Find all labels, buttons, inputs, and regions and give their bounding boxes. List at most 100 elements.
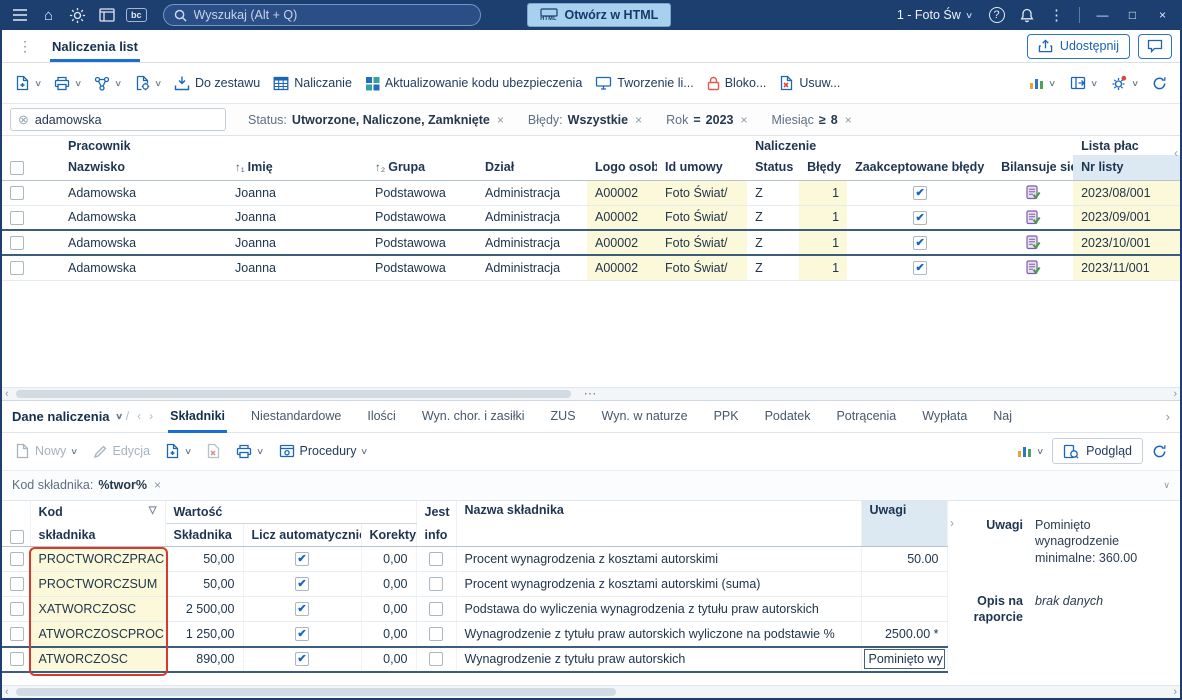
is-info-checkbox[interactable] (429, 552, 443, 567)
row-checkbox[interactable] (10, 602, 24, 617)
row-checkbox[interactable] (10, 627, 24, 642)
auto-calc-checkbox[interactable]: ✔ (295, 552, 309, 567)
table-row-selected[interactable]: Adamowska Joanna Podstawowa Administracj… (2, 229, 1181, 256)
brightness-icon[interactable] (64, 3, 91, 27)
col-jest-line2[interactable]: info (416, 523, 457, 547)
column-scroll-right-icon[interactable]: › (950, 516, 954, 530)
filter-chip-kod-skladnika[interactable]: Kod składnika: %twor% × (12, 478, 163, 492)
tab-naliczenia-list[interactable]: Naliczenia list (40, 30, 150, 62)
open-panel-button[interactable]: ∨ (1065, 71, 1102, 95)
detail-new-document-button[interactable]: ∨ (160, 438, 196, 464)
close-icon[interactable]: × (843, 113, 854, 127)
new-document-button[interactable]: ∨ (10, 70, 46, 96)
detail-print-button[interactable]: ∨ (231, 439, 268, 464)
tab-wyn-chor-i-zasilki[interactable]: Wyn. chor. i zasiłki (409, 400, 538, 433)
next-record-icon[interactable]: › (149, 409, 153, 423)
col-licz-automatycznie[interactable]: Licz automatycznie (243, 523, 362, 547)
tab-niestandardowe[interactable]: Niestandardowe (238, 400, 354, 433)
preview-button[interactable]: Podgląd (1052, 438, 1143, 464)
auto-calc-checkbox[interactable]: ✔ (295, 577, 309, 592)
row-checkbox[interactable] (10, 652, 24, 667)
filter-chip-rok[interactable]: Rok = 2023 × (666, 113, 749, 127)
main-horizontal-scrollbar[interactable]: ‹ ⋯ › (2, 386, 1180, 401)
col-zaakceptowane-bledy[interactable]: Zaakceptowane błędy (847, 155, 994, 181)
accepted-errors-checkbox[interactable]: ✔ (913, 210, 928, 225)
row-checkbox[interactable] (10, 210, 24, 225)
scrollbar-thumb[interactable] (16, 389, 571, 398)
procedures-button[interactable]: Procedury ∨ (274, 439, 373, 463)
table-row[interactable]: PROCTWORCZPRAC 50,00 ✔ 0,00 Procent wyna… (2, 546, 948, 572)
company-selector[interactable]: 1 - Foto Św ∨ (889, 8, 980, 22)
global-search[interactable] (162, 4, 481, 26)
column-scroll-left-icon[interactable]: ‹ (1174, 146, 1178, 160)
create-list-button[interactable]: Tworzenie li... (590, 71, 698, 95)
tab-ilosci[interactable]: Ilości (354, 400, 408, 433)
calculate-button[interactable]: Naliczanie (268, 71, 357, 96)
block-button[interactable]: Bloko... (702, 71, 772, 96)
table-row[interactable]: Adamowska Joanna Podstawowa Administracj… (2, 205, 1181, 231)
bc-icon[interactable]: bc (122, 3, 151, 27)
add-to-set-button[interactable]: Do zestawu (169, 70, 265, 96)
col-logo-osoby[interactable]: Logo osoby (587, 155, 657, 181)
relations-button[interactable]: ∨ (89, 71, 126, 96)
prev-record-icon[interactable]: ‹ (137, 409, 141, 423)
filter-chip-miesiac[interactable]: Miesiąc ≥8 × (772, 113, 854, 127)
close-icon[interactable]: × (152, 478, 163, 492)
detail-refresh-button[interactable] (1147, 439, 1172, 464)
help-icon[interactable]: ? (983, 3, 1010, 27)
kebab-icon[interactable]: ⋮ (1043, 3, 1070, 27)
update-insurance-code-button[interactable]: Aktualizowanie kodu ubezpieczenia (360, 71, 587, 96)
table-row[interactable]: Adamowska Joanna Podstawowa Administracj… (2, 180, 1181, 206)
filter-chip-bledy[interactable]: Błędy: Wszystkie × (528, 113, 644, 127)
settings-alert-button[interactable]: ∨ (1106, 70, 1143, 96)
close-button[interactable]: × (1149, 3, 1176, 27)
notifications-icon[interactable] (1013, 3, 1040, 27)
clear-icon[interactable]: ⊗ (18, 112, 29, 128)
scroll-left-icon[interactable]: ‹ (5, 388, 9, 401)
col-nazwa-skladnika[interactable]: Nazwa składnika (456, 500, 862, 547)
row-checkbox[interactable] (10, 235, 24, 250)
col-imie[interactable]: ↑₁ Imię (227, 155, 367, 181)
panel-collapse-icon[interactable]: ∨ (1163, 480, 1170, 491)
col-bilansuje-sie[interactable]: Bilansuje się (993, 155, 1074, 181)
col-uwagi[interactable]: Uwagi (861, 500, 948, 547)
auto-calc-checkbox[interactable]: ✔ (295, 602, 309, 617)
auto-calc-checkbox[interactable]: ✔ (295, 627, 309, 642)
table-row[interactable]: ATWORCZOSCPROC 1 250,00 ✔ 0,00 Wynagrodz… (2, 621, 948, 647)
global-search-input[interactable] (193, 8, 470, 22)
tab-wyn-w-naturze[interactable]: Wyn. w naturze (589, 400, 701, 433)
table-row[interactable]: Adamowska Joanna Podstawowa Administracj… (2, 255, 1181, 281)
tab-podatek[interactable]: Podatek (752, 400, 824, 433)
col-skladnika[interactable]: Składnika (165, 523, 244, 547)
col-korekty[interactable]: Korekty (361, 523, 417, 547)
uwagi-edit-field[interactable]: Pominięto wy (863, 649, 945, 669)
is-info-checkbox[interactable] (429, 577, 443, 592)
share-button[interactable]: Udostępnij (1026, 33, 1130, 59)
close-icon[interactable]: × (633, 113, 644, 127)
scroll-right-icon[interactable]: › (1173, 686, 1177, 699)
table-row-selected[interactable]: ATWORCZOSC 890,00 ✔ 0,00 Wynagrodzenie z… (2, 645, 948, 673)
col-dzial[interactable]: Dział (477, 155, 587, 181)
accepted-errors-checkbox[interactable]: ✔ (913, 261, 928, 276)
tab-potracenia[interactable]: Potrącenia (823, 400, 909, 433)
document-settings-button[interactable]: ∨ (130, 70, 166, 96)
tab-kebab-icon[interactable]: ⋮ (10, 38, 40, 55)
scrollbar-thumb[interactable] (16, 688, 616, 696)
col-kod-line2[interactable]: składnika (30, 523, 166, 547)
tab-wyplata[interactable]: Wypłata (909, 400, 980, 433)
table-row[interactable]: PROCTWORCZSUM 50,00 ✔ 0,00 Procent wynag… (2, 571, 948, 597)
col-kod-line1[interactable]: ▽ Kod (30, 500, 166, 524)
tab-naj[interactable]: Naj (980, 400, 1025, 433)
tab-skladniki[interactable]: Składniki (157, 400, 238, 433)
is-info-checkbox[interactable] (429, 602, 443, 617)
col-status[interactable]: Status (747, 155, 800, 181)
accepted-errors-checkbox[interactable]: ✔ (913, 185, 928, 200)
tab-zus[interactable]: ZUS (538, 400, 589, 433)
refresh-button[interactable] (1147, 71, 1172, 96)
scroll-right-icon[interactable]: › (1173, 388, 1177, 401)
col-grupa[interactable]: ↑₂ Grupa (367, 155, 477, 181)
chart-view-button[interactable]: ∨ (1024, 71, 1060, 95)
chat-button[interactable] (1138, 33, 1172, 59)
select-all-checkbox[interactable] (10, 160, 24, 175)
is-info-checkbox[interactable] (429, 652, 443, 667)
